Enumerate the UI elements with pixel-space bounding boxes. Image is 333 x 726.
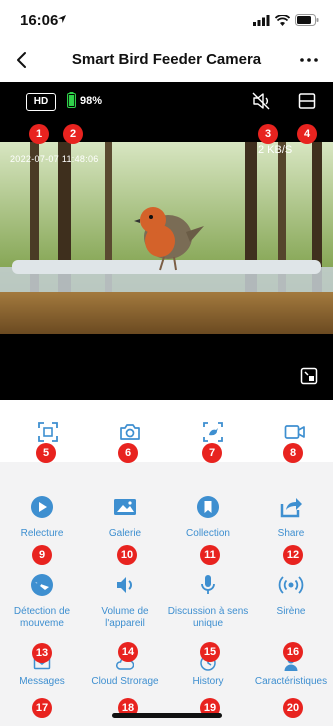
device-volume-label: Volume de l'appareil [101,606,149,629]
status-bar: 16:06 [0,0,333,40]
mail-icon [33,656,51,670]
share-label: Share [277,528,305,539]
wifi-icon [275,14,290,26]
cloud-storage-button[interactable]: Cloud Strorage [83,654,167,688]
status-battery-icon [295,14,319,26]
history-button[interactable]: History [166,654,250,688]
cloud-storage-label: Cloud Strorage [91,676,159,687]
function-panel: Relecture Galerie Collection Share Détec… [0,462,333,726]
one-way-talk-label: Discussion à sens unique [167,606,249,629]
more-options-button[interactable] [295,46,323,74]
nav-bar: Smart Bird Feeder Camera [0,42,333,78]
split-view-button[interactable] [297,91,317,111]
device-volume-button[interactable]: Volume de l'appareil [83,572,167,630]
battery-percentage: 98% [80,95,103,107]
video-timestamp: 2022-07-07 11:48:06 [10,154,99,164]
location-arrow-icon [58,15,66,23]
bookmark-icon [197,496,219,518]
motion-detection-label: Détection de mouveme [13,606,71,629]
page-title: Smart Bird Feeder Camera [71,51,262,68]
mute-speaker-button[interactable] [250,90,272,112]
motion-detection-icon [31,574,53,596]
features-label: Caractéristiques [254,676,328,687]
fullscreen-button[interactable] [300,367,318,385]
history-label: History [192,676,224,687]
camera-icon[interactable] [118,420,142,444]
cloud-icon [116,657,134,670]
bird-feeder-scene [0,142,333,370]
hd-quality-button[interactable]: HD [26,93,56,111]
volume-icon [117,577,132,593]
playback-button[interactable]: Relecture [0,494,84,540]
collection-button[interactable]: Collection [166,494,250,540]
share-icon [280,498,302,518]
live-video-view[interactable]: HD 98% 2022-07-07 11:48:06 2 KB/S [0,82,333,400]
collection-label: Collection [186,528,230,539]
screen-record-icon[interactable] [36,420,60,444]
features-icon [284,656,298,671]
clock-icon [200,655,216,671]
messages-label: Messages [19,676,65,687]
video-record-icon[interactable] [283,420,307,444]
microphone-icon [201,575,215,594]
bird-capture-icon[interactable] [201,420,225,444]
playback-label: Relecture [20,528,64,539]
playback-icon [31,496,53,518]
siren-button[interactable]: Sirène [249,572,333,618]
gallery-button[interactable]: Galerie [83,494,167,540]
one-way-talk-button[interactable]: Discussion à sens unique [166,572,250,630]
share-button[interactable]: Share [249,494,333,540]
siren-label: Sirène [276,606,306,617]
gallery-label: Galerie [108,528,142,539]
capture-toolbar [0,400,333,462]
siren-icon [278,576,304,594]
gallery-icon [114,499,136,515]
home-indicator[interactable] [112,713,222,718]
battery-level-icon [67,92,76,108]
bitrate-readout: 2 KB/S [258,144,293,156]
cellular-signal-icon [253,14,270,26]
features-button[interactable]: Caractéristiques [249,654,333,688]
status-time: 16:06 [20,12,59,29]
motion-detection-button[interactable]: Détection de mouveme [0,572,84,630]
messages-button[interactable]: Messages [0,654,84,688]
